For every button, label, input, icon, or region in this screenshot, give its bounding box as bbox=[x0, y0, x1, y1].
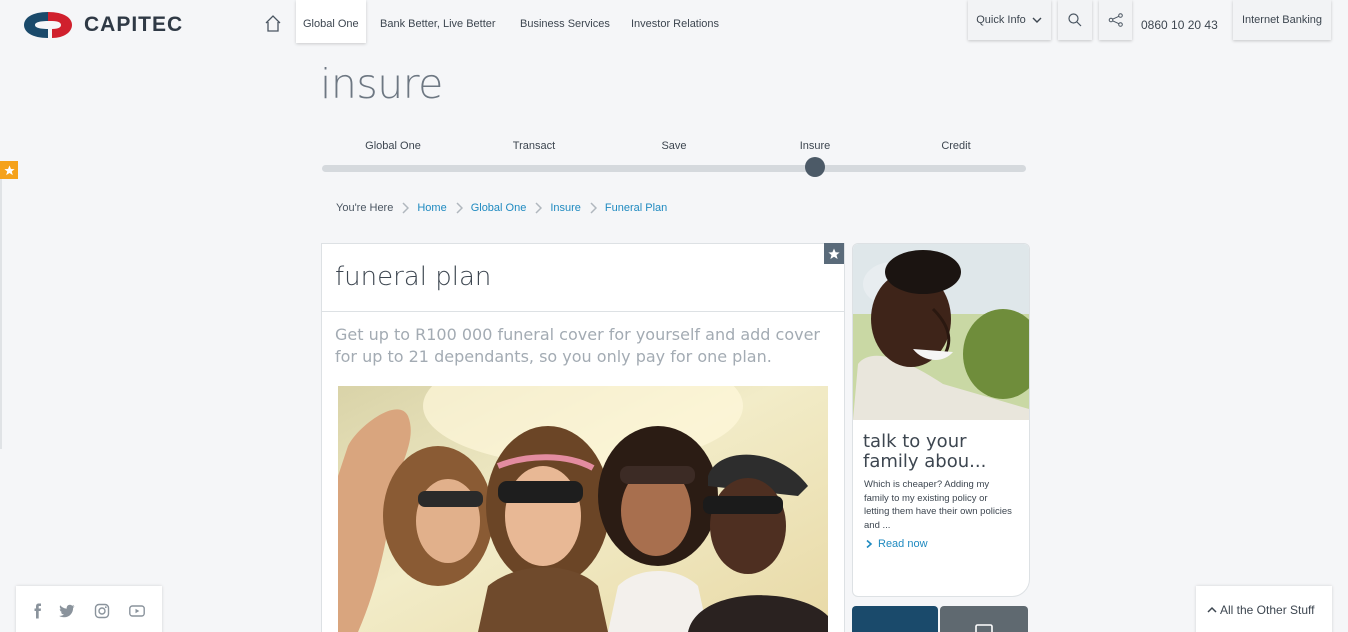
brand-name: CAPITEC bbox=[84, 13, 184, 36]
internet-banking-button[interactable]: Internet Banking bbox=[1233, 0, 1331, 40]
side-card-title: talk to your family abou... bbox=[863, 431, 987, 472]
grey-tile[interactable] bbox=[940, 606, 1028, 632]
capitec-logo[interactable]: CAPITEC bbox=[22, 10, 183, 40]
home-icon[interactable] bbox=[263, 14, 283, 34]
chevron-right-icon bbox=[450, 201, 468, 215]
internet-banking-label: Internet Banking bbox=[1241, 14, 1323, 26]
card-intro: Get up to R100 000 funeral cover for you… bbox=[335, 325, 821, 366]
group-selfie-photo bbox=[338, 386, 828, 632]
steps-track[interactable] bbox=[322, 165, 1026, 172]
chevron-right-icon bbox=[584, 201, 602, 215]
phone-number[interactable]: 0860 10 20 43 bbox=[1141, 18, 1218, 32]
breadcrumb-home[interactable]: Home bbox=[417, 202, 446, 214]
page-title: insure bbox=[320, 60, 443, 108]
twitter-icon[interactable] bbox=[59, 603, 75, 619]
quick-info-button[interactable]: Quick Info bbox=[968, 0, 1051, 40]
chevron-down-icon bbox=[1032, 17, 1042, 23]
share-button[interactable] bbox=[1099, 0, 1132, 40]
quick-info-label: Quick Info bbox=[976, 14, 1026, 26]
chevron-right-icon bbox=[529, 201, 547, 215]
favourites-star-icon[interactable] bbox=[0, 161, 18, 179]
step-insure[interactable]: Insure bbox=[800, 140, 831, 152]
instagram-icon[interactable] bbox=[94, 603, 110, 619]
blue-tile[interactable] bbox=[852, 606, 938, 632]
site-header: CAPITEC Global One Bank Better, Live Bet… bbox=[0, 0, 1348, 50]
breadcrumb: You're Here Home Global One Insure Funer… bbox=[336, 200, 667, 216]
step-transact[interactable]: Transact bbox=[513, 140, 555, 152]
side-card-text: Which is cheaper? Adding my family to my… bbox=[864, 479, 1012, 531]
card-title: funeral plan bbox=[335, 262, 492, 292]
smiling-man-photo bbox=[853, 244, 1029, 420]
divider bbox=[322, 311, 844, 312]
capitec-logo-mark bbox=[24, 12, 72, 38]
other-stuff-label: All the Other Stuff bbox=[1220, 603, 1315, 617]
breadcrumb-funeral-plan[interactable]: Funeral Plan bbox=[605, 202, 667, 214]
chevron-right-icon bbox=[396, 201, 414, 215]
read-now-link[interactable]: Read now bbox=[864, 538, 928, 550]
step-credit[interactable]: Credit bbox=[941, 140, 970, 152]
breadcrumb-global-one[interactable]: Global One bbox=[471, 202, 527, 214]
other-stuff-toggle[interactable]: All the Other Stuff bbox=[1196, 586, 1332, 632]
step-save[interactable]: Save bbox=[661, 140, 686, 152]
breadcrumb-here-label: You're Here bbox=[336, 202, 394, 214]
step-global-one[interactable]: Global One bbox=[365, 140, 421, 152]
search-icon bbox=[1068, 13, 1082, 27]
chevron-up-icon bbox=[1207, 606, 1217, 613]
nav-bank-better[interactable]: Bank Better, Live Better bbox=[380, 0, 496, 43]
section-steps: Global One Transact Save Insure Credit bbox=[322, 140, 1026, 154]
search-button[interactable] bbox=[1058, 0, 1092, 40]
breadcrumb-insure[interactable]: Insure bbox=[550, 202, 581, 214]
facebook-icon[interactable] bbox=[30, 603, 46, 619]
chevron-right-icon bbox=[866, 539, 873, 549]
device-icon bbox=[975, 624, 993, 632]
share-icon bbox=[1108, 13, 1123, 27]
nav-investor-relations[interactable]: Investor Relations bbox=[631, 0, 719, 43]
family-talk-card[interactable]: talk to your family abou... Which is che… bbox=[852, 243, 1030, 597]
favourite-star-icon[interactable] bbox=[824, 243, 844, 264]
read-now-label: Read now bbox=[878, 538, 928, 550]
nav-global-one[interactable]: Global One bbox=[296, 0, 366, 43]
social-links bbox=[16, 586, 162, 632]
youtube-icon[interactable] bbox=[129, 603, 145, 619]
favourites-drawer-edge bbox=[0, 179, 2, 449]
nav-business-services[interactable]: Business Services bbox=[520, 0, 610, 43]
steps-slider-knob[interactable] bbox=[805, 157, 825, 177]
